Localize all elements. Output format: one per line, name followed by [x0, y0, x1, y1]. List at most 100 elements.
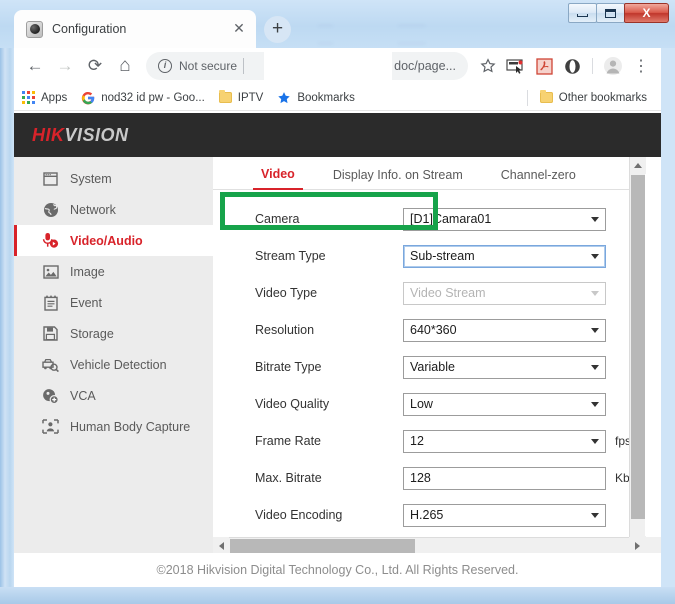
home-icon[interactable]: ⌂: [110, 51, 140, 81]
sidebar-item-video-audio[interactable]: Video/Audio: [14, 225, 213, 256]
sidebar-item-label: Image: [70, 265, 105, 279]
horizontal-scrollbar-thumb[interactable]: [230, 539, 415, 553]
video-encoding-select[interactable]: H.265: [403, 504, 606, 527]
horizontal-scrollbar[interactable]: [213, 537, 645, 553]
scrollbar-corner: [645, 537, 661, 553]
chevron-down-icon: [591, 217, 599, 222]
back-icon[interactable]: ←: [20, 51, 50, 81]
bitrate-type-value: Variable: [410, 360, 455, 374]
clipboard-icon: [42, 294, 59, 311]
picture-icon: [42, 263, 59, 280]
chevron-down-icon: [591, 291, 599, 296]
bookmark-label: IPTV: [238, 92, 264, 104]
resolution-select[interactable]: 640*360: [403, 319, 606, 342]
sidebar-item-event[interactable]: Event: [14, 287, 213, 318]
profile-avatar-icon[interactable]: [599, 52, 627, 80]
video-quality-value: Low: [410, 397, 433, 411]
sidebar-item-label: Video/Audio: [70, 234, 143, 248]
bookmarks-divider: [527, 90, 528, 106]
stream-type-select[interactable]: Sub-stream: [403, 245, 606, 268]
scroll-up-button[interactable]: [630, 157, 646, 174]
reload-icon[interactable]: ⟳: [80, 51, 110, 81]
tab-channel-zero[interactable]: Channel-zero: [493, 168, 584, 189]
sidebar-item-vehicle-detection[interactable]: Vehicle Detection: [14, 349, 213, 380]
vertical-scrollbar-thumb[interactable]: [631, 175, 645, 519]
hikvision-logo: HIKVISION: [32, 125, 129, 146]
browser-chrome: ← → ⟳ ⌂ i Not secure doc/page...: [14, 48, 661, 587]
folder-icon: [540, 92, 553, 103]
form-row-frame-rate: Frame Rate 12 fps: [255, 426, 645, 456]
camera-select[interactable]: [D1]Camara01: [403, 208, 606, 231]
sidebar-item-label: System: [70, 172, 112, 186]
camera-icon: [26, 21, 43, 38]
field-label: Camera: [255, 212, 403, 226]
window-icon: [42, 170, 59, 187]
bookmark-star-icon[interactable]: [474, 52, 502, 80]
content-tabs: Video Display Info. on Stream Channel-ze…: [213, 157, 631, 190]
tab-video[interactable]: Video: [253, 167, 303, 190]
sidebar-item-image[interactable]: Image: [14, 256, 213, 287]
new-tab-button[interactable]: +: [264, 16, 291, 43]
resolution-value: 640*360: [410, 323, 457, 337]
sidebar-item-label: Network: [70, 203, 116, 217]
video-settings-form: Camera [D1]Camara01 Stream Type Sub-stre…: [213, 190, 645, 530]
apps-grid-icon: [22, 91, 35, 104]
person-capture-icon: [42, 418, 59, 435]
frame-rate-select[interactable]: 12: [403, 430, 606, 453]
car-search-icon: [42, 356, 59, 373]
globe-icon: [42, 201, 59, 218]
browser-window: ...... ........... ...... ........... X …: [0, 0, 675, 604]
chevron-down-icon: [591, 365, 599, 370]
max-bitrate-input[interactable]: 128: [403, 467, 606, 490]
copyright-footer: ©2018 Hikvision Digital Technology Co., …: [14, 553, 661, 587]
browser-tab-configuration[interactable]: Configuration ✕: [14, 10, 256, 48]
form-row-video-quality: Video Quality Low: [255, 389, 645, 419]
video-quality-select[interactable]: Low: [403, 393, 606, 416]
bookmark-nod32[interactable]: nod32 id pw - Goo...: [81, 91, 205, 105]
tab-display-info-on-stream[interactable]: Display Info. on Stream: [325, 168, 471, 189]
chrome-menu-icon[interactable]: ⋮: [627, 52, 655, 80]
field-label: Max. Bitrate: [255, 471, 403, 485]
camera-id-prefix: [D1]: [410, 212, 433, 226]
sidebar-item-system[interactable]: System: [14, 163, 213, 194]
info-icon[interactable]: i: [158, 59, 172, 73]
field-label: Frame Rate: [255, 434, 403, 448]
bitrate-type-select[interactable]: Variable: [403, 356, 606, 379]
sidebar-item-storage[interactable]: Storage: [14, 318, 213, 349]
web-page: HIKVISION System: [14, 113, 661, 587]
form-row-camera: Camera [D1]Camara01: [255, 204, 645, 234]
scroll-left-button[interactable]: [213, 537, 229, 554]
camera-value: Camara01: [433, 212, 491, 226]
field-label: Resolution: [255, 323, 403, 337]
opera-icon[interactable]: [558, 52, 586, 80]
adobe-acrobat-icon[interactable]: [530, 52, 558, 80]
field-label: Video Quality: [255, 397, 403, 411]
form-row-max-bitrate: Max. Bitrate 128 Kbps: [255, 463, 645, 493]
google-g-icon: [81, 91, 95, 105]
address-bar[interactable]: i Not secure doc/page...: [146, 52, 468, 80]
page-capture-icon[interactable]: [502, 52, 530, 80]
sidebar-item-human-body-capture[interactable]: Human Body Capture: [14, 411, 213, 442]
site-header: HIKVISION: [14, 113, 661, 157]
sidebar-item-vca[interactable]: VCA: [14, 380, 213, 411]
forward-icon[interactable]: →: [50, 51, 80, 81]
vca-icon: [42, 387, 59, 404]
chevron-down-icon: [591, 402, 599, 407]
vertical-scrollbar[interactable]: [629, 157, 645, 553]
bookmark-iptv[interactable]: IPTV: [219, 92, 264, 104]
field-label: Video Encoding: [255, 508, 403, 522]
bookmark-bookmarks[interactable]: Bookmarks: [277, 91, 355, 105]
chevron-down-icon: [591, 513, 599, 518]
stream-type-value: Sub-stream: [410, 249, 475, 263]
chevron-right-icon: [635, 542, 640, 550]
close-tab-icon[interactable]: ✕: [230, 20, 248, 38]
form-row-video-type: Video Type Video Stream: [255, 278, 645, 308]
scroll-right-button[interactable]: [629, 537, 645, 554]
bookmark-other-bookmarks[interactable]: Other bookmarks: [540, 92, 647, 104]
bookmark-apps[interactable]: Apps: [22, 91, 67, 104]
video-type-value: Video Stream: [410, 286, 486, 300]
tab-title: Configuration: [52, 22, 230, 36]
sidebar-item-network[interactable]: Network: [14, 194, 213, 225]
window-bottom-border: [0, 587, 675, 604]
field-label: Bitrate Type: [255, 360, 403, 374]
